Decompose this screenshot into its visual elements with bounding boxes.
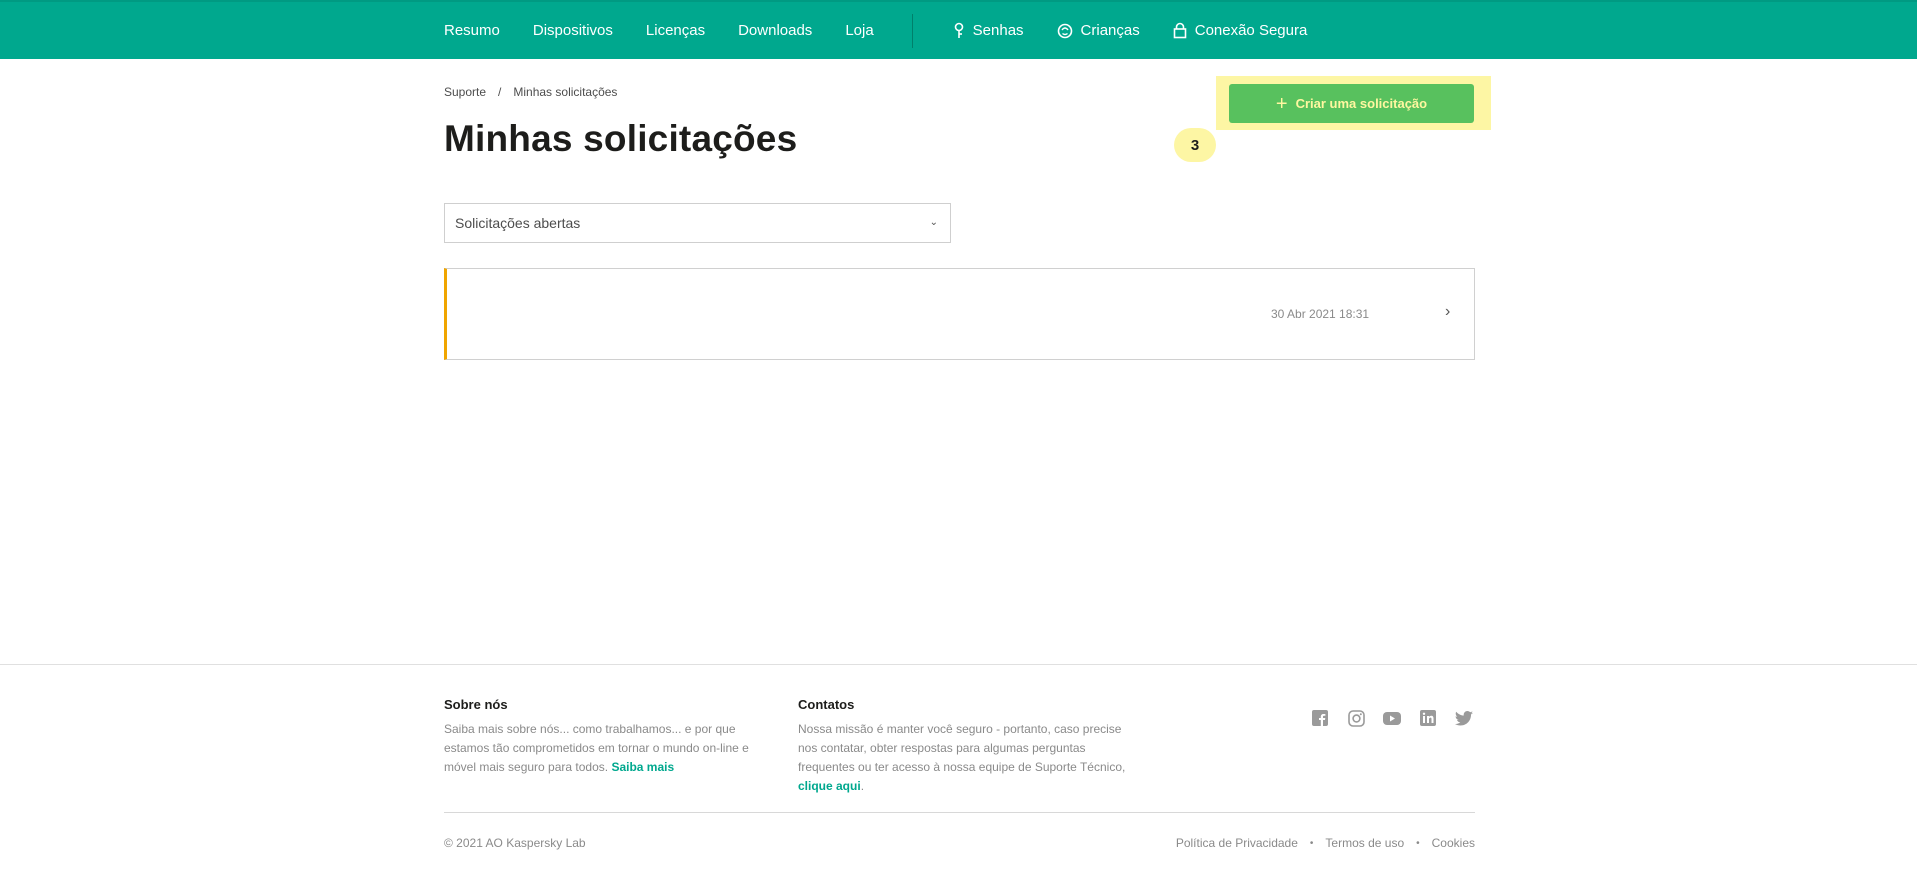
footer-bottom-divider: [444, 812, 1475, 813]
request-list-item[interactable]: 30 Abr 2021 18:31 ›: [444, 268, 1475, 360]
chevron-down-icon: ⌄: [929, 217, 938, 228]
lock-icon: [1173, 22, 1187, 39]
create-request-button-label: Criar uma solicitação: [1295, 96, 1428, 111]
breadcrumb-separator: /: [498, 85, 502, 99]
nav-item-resumo[interactable]: Resumo: [444, 22, 500, 39]
plus-icon: +: [1275, 92, 1288, 115]
footer-contacts-title: Contatos: [798, 697, 855, 712]
nav-item-loja[interactable]: Loja: [845, 22, 873, 39]
legal-separator: •: [1309, 837, 1314, 849]
nav-item-senhas[interactable]: Senhas: [953, 22, 1024, 40]
kids-icon: [1057, 23, 1072, 38]
breadcrumb: Suporte / Minhas solicitações: [444, 85, 617, 99]
footer-about-title: Sobre nós: [444, 697, 508, 712]
nav-item-downloads[interactable]: Downloads: [738, 22, 812, 39]
footer-about-text: Saiba mais sobre nós... como trabalhamos…: [444, 722, 749, 774]
nav-item-senhas-label: Senhas: [972, 22, 1024, 39]
nav-item-licencas[interactable]: Licenças: [646, 22, 705, 39]
linkedin-icon[interactable]: [1418, 708, 1438, 728]
key-icon: [954, 22, 963, 38]
nav-item-criancas[interactable]: Crianças: [1057, 22, 1140, 39]
twitter-icon[interactable]: [1454, 708, 1474, 728]
breadcrumb-current: Minhas solicitações: [513, 85, 618, 99]
chevron-right-icon: ›: [1445, 303, 1451, 320]
footer-contacts-text: Nossa missão é manter você seguro - port…: [798, 722, 1126, 774]
footer-about: Sobre nós Saiba mais sobre nós... como t…: [444, 695, 774, 777]
breadcrumb-link-suporte[interactable]: Suporte: [444, 85, 486, 99]
youtube-icon[interactable]: [1382, 708, 1402, 728]
legal-links: Política de Privacidade • Termos de uso …: [1176, 836, 1475, 850]
nav-divider: [911, 13, 913, 48]
cookies-link[interactable]: Cookies: [1432, 836, 1475, 850]
legal-separator: •: [1416, 837, 1420, 849]
footer-contacts-link[interactable]: clique aqui: [798, 779, 861, 793]
create-request-button[interactable]: + Criar uma solicitação: [1229, 84, 1474, 123]
footer-about-link[interactable]: Saiba mais: [611, 760, 674, 774]
nav-item-conexao-segura-label: Conexão Segura: [1194, 22, 1308, 39]
copyright-text: © 2021 AO Kaspersky Lab: [444, 836, 586, 850]
footer-contacts-suffix: .: [860, 779, 865, 793]
request-status-select-value: Solicitações abertas: [455, 215, 581, 231]
footer-contacts: Contatos Nossa missão é manter você segu…: [798, 695, 1128, 796]
nav-item-conexao-segura[interactable]: Conexão Segura: [1173, 22, 1308, 39]
page-title: Minhas solicitações: [444, 118, 798, 159]
social-links: [1310, 708, 1474, 728]
nav-item-dispositivos[interactable]: Dispositivos: [533, 22, 613, 39]
request-status-select[interactable]: Solicitações abertas ⌄: [444, 203, 951, 243]
facebook-icon[interactable]: [1310, 708, 1330, 728]
privacy-policy-link[interactable]: Política de Privacidade: [1176, 836, 1298, 850]
top-nav-bar: Resumo Dispositivos Licenças Downloads L…: [0, 0, 1917, 59]
main-nav: Resumo Dispositivos Licenças Downloads L…: [444, 2, 1340, 59]
terms-of-use-link[interactable]: Termos de uso: [1325, 836, 1404, 850]
request-date: 30 Abr 2021 18:31: [1271, 307, 1370, 321]
nav-item-criancas-label: Crianças: [1080, 22, 1140, 39]
step-number-badge: 3: [1174, 128, 1216, 162]
instagram-icon[interactable]: [1346, 708, 1366, 728]
footer-divider: [0, 664, 1917, 665]
